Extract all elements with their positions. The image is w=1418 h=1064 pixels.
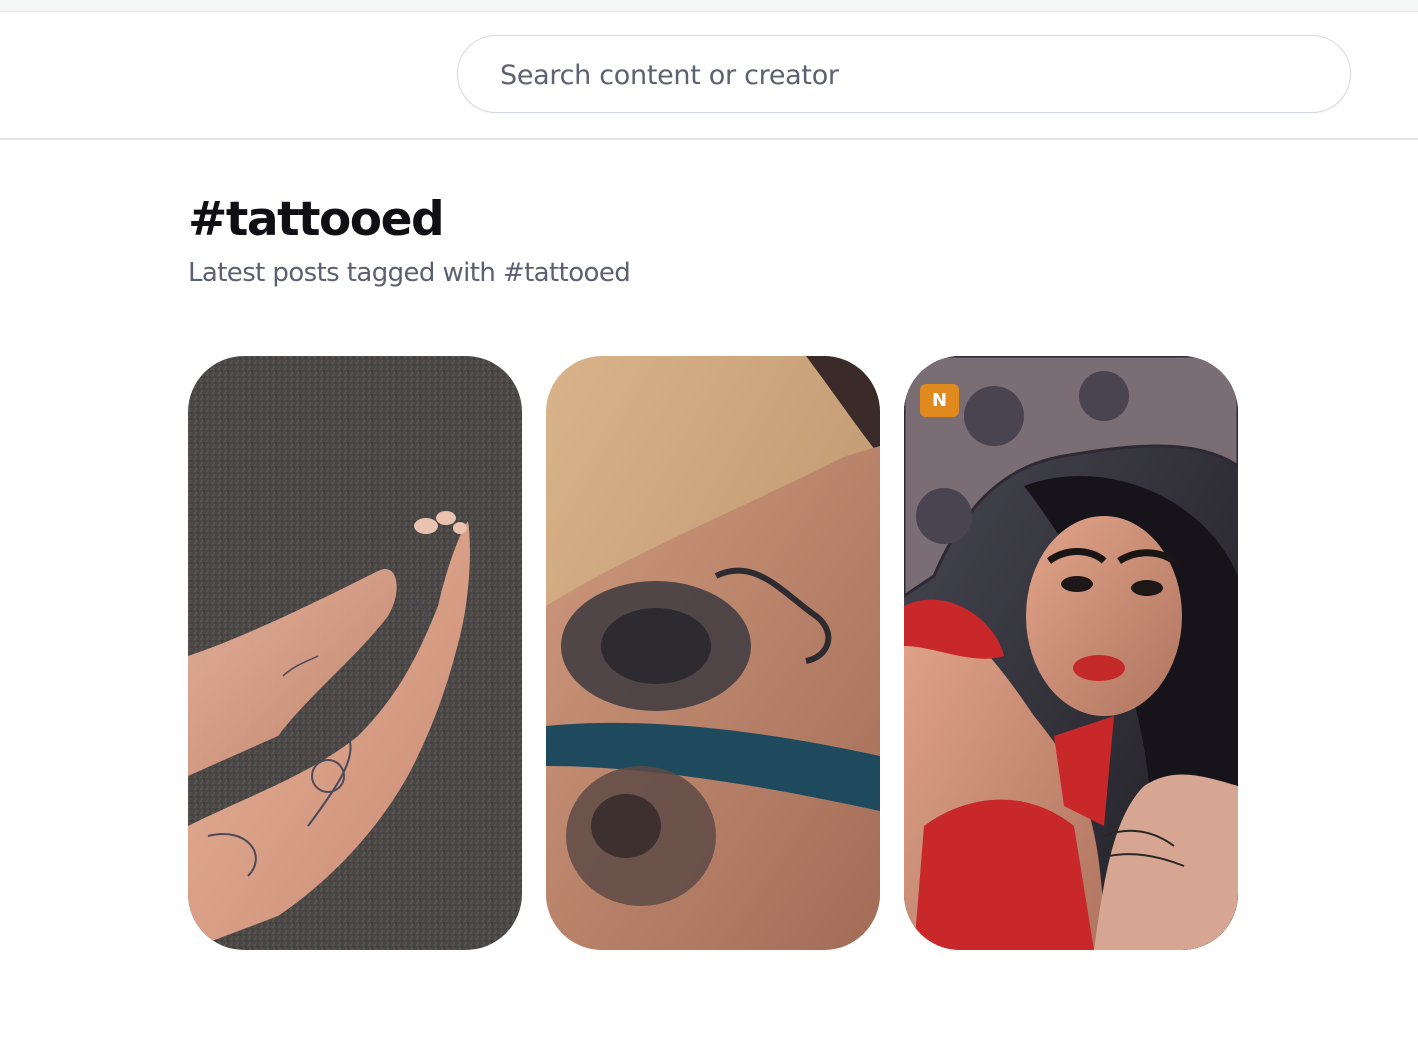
search-input[interactable] <box>498 36 1322 114</box>
post-image-rose <box>546 356 880 950</box>
post-card-rose[interactable] <box>546 356 880 950</box>
post-card-selfie[interactable]: N <box>904 356 1238 950</box>
page-title: #tattooed <box>188 192 445 247</box>
post-image-feet <box>188 356 522 950</box>
page-subtitle: Latest posts tagged with #tattooed <box>188 258 631 288</box>
header <box>0 12 1418 140</box>
post-card-feet[interactable] <box>188 356 522 950</box>
post-image-selfie <box>904 356 1238 950</box>
post-badge: N <box>920 384 959 417</box>
search-bar[interactable] <box>457 35 1351 114</box>
top-strip <box>0 0 1418 12</box>
